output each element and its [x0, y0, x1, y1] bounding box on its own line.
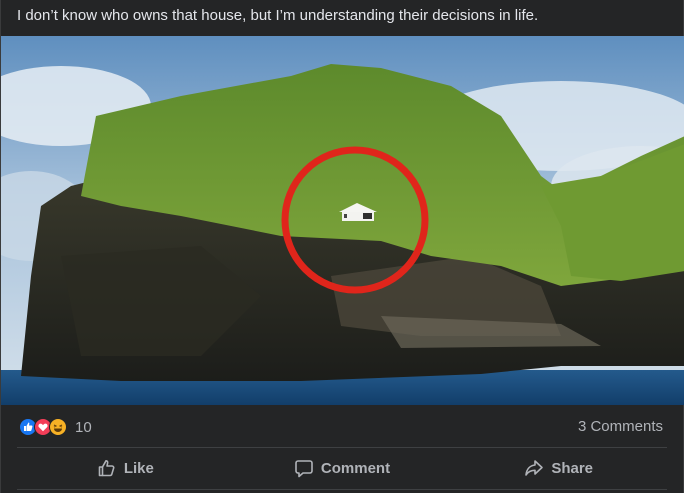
share-label: Share — [551, 459, 594, 477]
comment-button[interactable]: Comment — [234, 450, 451, 486]
share-button[interactable]: Share — [450, 450, 667, 486]
comments-count-link[interactable]: 3 Comments — [578, 418, 663, 435]
comment-icon — [295, 460, 313, 478]
reaction-count: 10 — [75, 418, 92, 436]
post-actions: Like Comment Share — [17, 450, 667, 486]
divider-bottom — [17, 489, 667, 490]
like-button[interactable]: Like — [17, 450, 234, 486]
post-card: I don’t know who owns that house, but I’… — [0, 0, 684, 493]
post-photo[interactable] — [1, 36, 684, 405]
reaction-icons — [19, 418, 67, 436]
post-caption: I don’t know who owns that house, but I’… — [17, 7, 539, 24]
like-label: Like — [123, 459, 154, 477]
haha-icon — [49, 418, 67, 436]
share-icon — [525, 460, 544, 476]
thumbs-up-icon — [98, 460, 115, 477]
comment-label: Comment — [320, 459, 391, 477]
reactions-summary[interactable]: 10 — [19, 417, 92, 437]
divider — [17, 447, 667, 448]
